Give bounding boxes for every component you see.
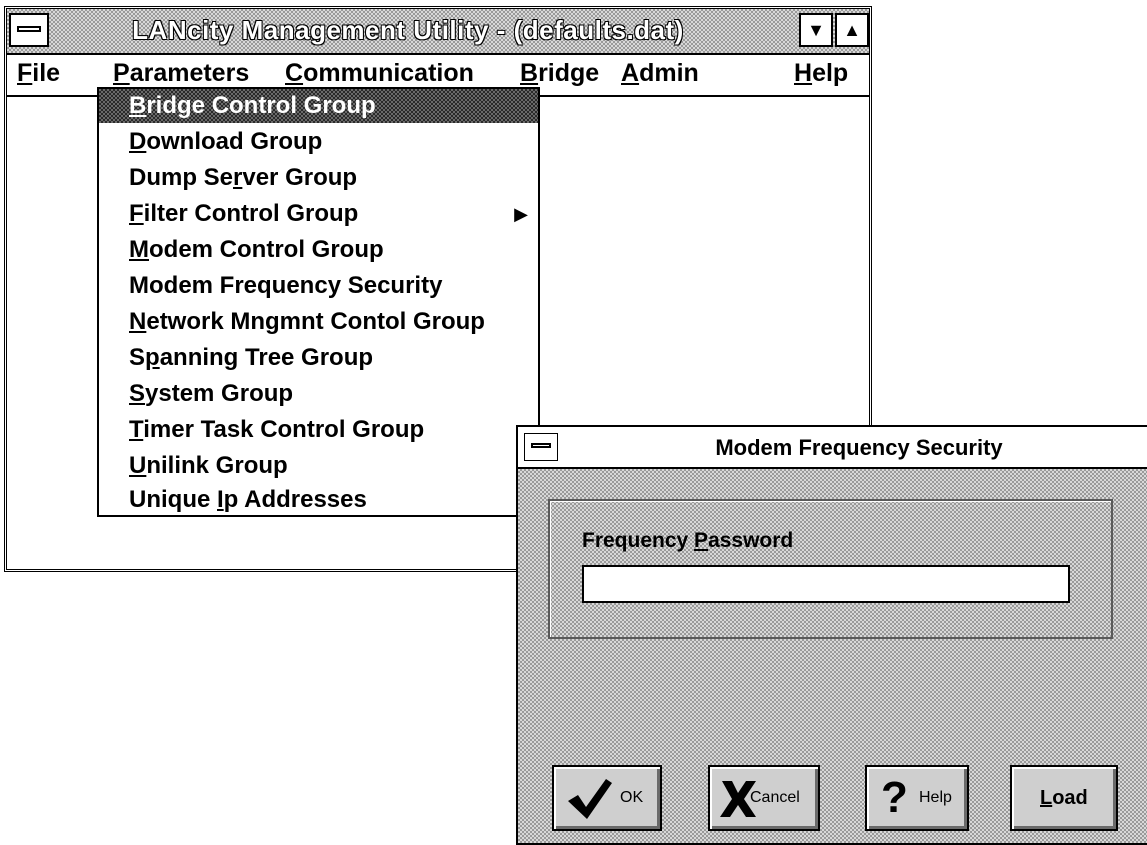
- submenu-arrow-icon: ▶: [514, 204, 528, 224]
- menu-file[interactable]: File: [17, 59, 60, 88]
- menu-help[interactable]: Help: [794, 59, 848, 88]
- menu-item-dump-server-group[interactable]: Dump Server Group: [99, 161, 538, 195]
- parameters-dropdown-menu: Bridge Control Group Download Group Dump…: [97, 87, 540, 517]
- menu-communication[interactable]: Communication: [285, 59, 474, 88]
- menu-item-download-group[interactable]: Download Group: [99, 125, 538, 159]
- load-button-label: Load: [1040, 787, 1088, 809]
- menu-item-system-group[interactable]: System Group: [99, 377, 538, 411]
- load-button[interactable]: Load: [1010, 765, 1118, 831]
- menu-item-modem-control-group[interactable]: Modem Control Group: [99, 233, 538, 267]
- menu-bridge[interactable]: Bridge: [520, 59, 599, 88]
- modem-frequency-security-dialog: Modem Frequency Security Frequency Passw…: [516, 425, 1147, 845]
- frequency-password-input[interactable]: [582, 565, 1070, 603]
- menu-item-unique-ip-addresses[interactable]: Unique Ip Addresses: [99, 483, 538, 517]
- password-group-box: Frequency Password: [548, 499, 1113, 639]
- help-button-label: Help: [919, 789, 952, 806]
- ok-button[interactable]: OK: [552, 765, 662, 831]
- maximize-button[interactable]: ▲: [835, 13, 869, 47]
- ok-button-label: OK: [620, 789, 644, 806]
- menu-item-modem-frequency-security[interactable]: Modem Frequency Security: [99, 269, 538, 303]
- main-window-title: LANcity Management Utility - (defaults.d…: [132, 15, 684, 45]
- menu-item-unilink-group[interactable]: Unilink Group: [99, 449, 538, 483]
- help-button[interactable]: ? Help: [865, 765, 969, 831]
- main-titlebar[interactable]: LANcity Management Utility - (defaults.d…: [7, 9, 869, 55]
- checkmark-icon: [568, 779, 612, 819]
- question-mark-icon: ?: [881, 773, 908, 822]
- dialog-body: Frequency Password OK Cancel ? Help Load: [518, 469, 1147, 843]
- cancel-button[interactable]: Cancel: [708, 765, 820, 831]
- menu-admin[interactable]: Admin: [621, 59, 699, 88]
- menu-parameters[interactable]: Parameters: [113, 59, 249, 88]
- menu-item-network-mngmnt-control-group[interactable]: Network Mngmnt Contol Group: [99, 305, 538, 339]
- menu-item-filter-control-group[interactable]: Filter Control Group ▶: [99, 197, 538, 231]
- menu-item-spanning-tree-group[interactable]: Spanning Tree Group: [99, 341, 538, 375]
- system-menu-icon[interactable]: [9, 13, 49, 47]
- cancel-button-label: Cancel: [750, 789, 800, 806]
- dialog-titlebar[interactable]: Modem Frequency Security: [518, 427, 1147, 469]
- dialog-system-menu-icon[interactable]: [524, 433, 558, 461]
- frequency-password-label: Frequency Password: [582, 529, 794, 552]
- menu-item-bridge-control-group[interactable]: Bridge Control Group: [99, 89, 538, 123]
- menu-item-timer-task-control-group[interactable]: Timer Task Control Group: [99, 413, 538, 447]
- dialog-title: Modem Frequency Security: [715, 435, 1003, 460]
- minimize-button[interactable]: ▼: [799, 13, 833, 47]
